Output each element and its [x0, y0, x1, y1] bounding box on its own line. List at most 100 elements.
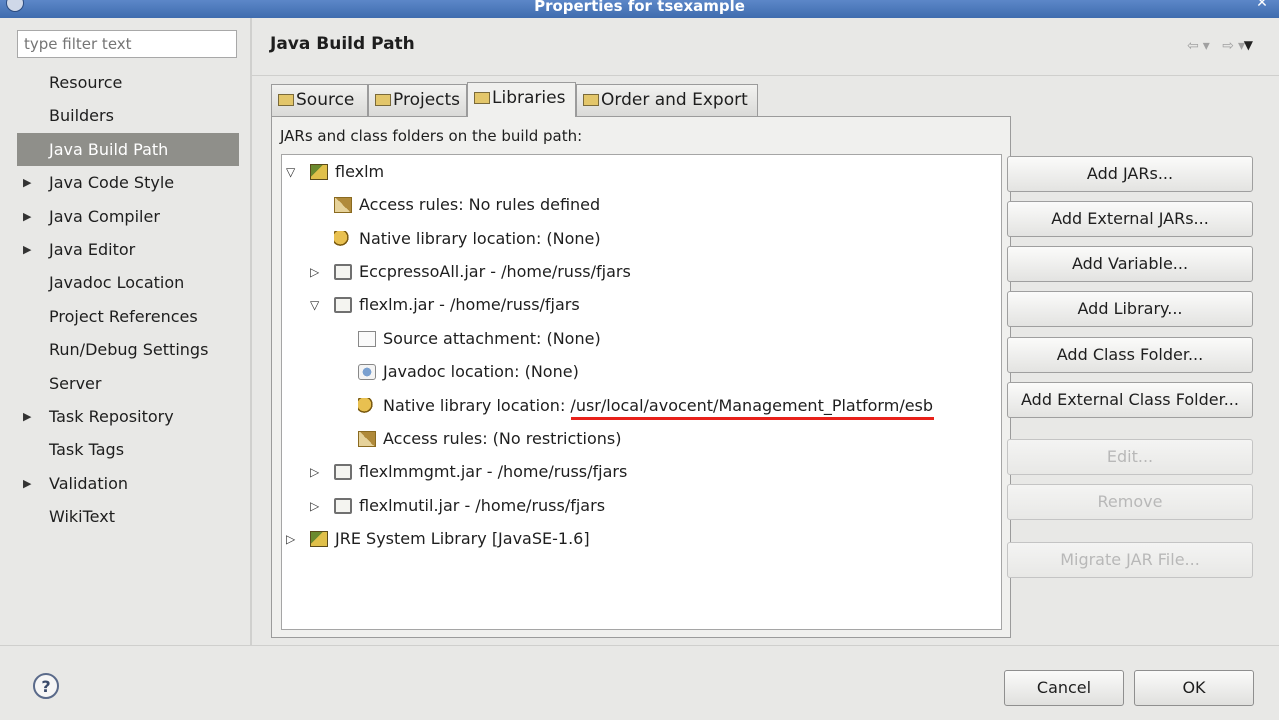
add-external-class-folder-button[interactable]: Add External Class Folder... — [1007, 382, 1253, 418]
nav-item-label: Run/Debug Settings — [49, 340, 209, 360]
library-icon — [310, 531, 328, 547]
tab-projects[interactable]: Projects — [368, 84, 467, 116]
tree-node[interactable]: Access rules: (No restrictions) — [358, 426, 622, 452]
close-icon[interactable]: ✕ — [1255, 0, 1269, 10]
property-page: Java Build Path ⇦▾ ⇨▾ ▼ Source Projects Li… — [252, 18, 1279, 645]
remove-button[interactable]: Remove — [1007, 484, 1253, 520]
native-library-icon — [334, 231, 352, 247]
add-library-button[interactable]: Add Library... — [1007, 291, 1253, 327]
expand-arrow-icon[interactable]: ▶ — [23, 166, 31, 199]
jar-icon — [334, 264, 352, 280]
expand-arrow-icon[interactable]: ▶ — [23, 467, 31, 500]
preference-tree: Resource Builders Java Build Path ▶ Java Cod… — [17, 66, 239, 533]
nav-item-run-debug-settings[interactable]: Run/Debug Settings — [17, 333, 239, 366]
nav-item-label: Java Build Path — [49, 139, 169, 159]
add-variable-button[interactable]: Add Variable... — [1007, 246, 1253, 282]
edit-button[interactable]: Edit... — [1007, 439, 1253, 475]
tab-label: Libraries — [492, 88, 566, 108]
window-titlebar: Properties for tsexample ✕ — [0, 0, 1279, 18]
tree-node[interactable]: Native library location: /usr/local/avoc… — [358, 393, 933, 419]
dialog-button-bar: ? Cancel OK — [0, 645, 1279, 720]
nav-item-project-references[interactable]: Project References — [17, 300, 239, 333]
tree-node[interactable]: Javadoc location: (None) — [358, 359, 579, 385]
nav-item-label: Java Code Style — [49, 173, 175, 193]
help-icon[interactable]: ? — [33, 673, 59, 699]
preference-nav-pane: Resource Builders Java Build Path ▶ Java Cod… — [0, 18, 250, 645]
tree-node-label: JRE System Library [JavaSE-1.6] — [335, 529, 590, 548]
nav-item-task-tags[interactable]: Task Tags — [17, 433, 239, 466]
tree-node-label: flexlm.jar - /home/russ/fjars — [359, 295, 580, 314]
nav-item-validation[interactable]: ▶ Validation — [17, 467, 239, 500]
tree-node[interactable]: ▷ flexlmutil.jar - /home/russ/fjars — [310, 493, 605, 519]
nav-item-builders[interactable]: Builders — [17, 99, 239, 132]
build-path-tree[interactable]: ▽ flexlm Access rules: No rules defined Nat… — [281, 154, 1002, 630]
libraries-tab-panel: JARs and class folders on the build path… — [271, 116, 1011, 638]
nav-item-java-editor[interactable]: ▶ Java Editor — [17, 233, 239, 266]
tree-node[interactable]: ▽ flexlm.jar - /home/russ/fjars — [310, 292, 580, 318]
native-library-icon — [358, 398, 376, 414]
expand-arrow-icon[interactable]: ▷ — [310, 259, 319, 285]
view-menu-icon[interactable]: ▼ — [1244, 38, 1253, 52]
nav-item-label: Builders — [49, 106, 114, 126]
library-icon — [310, 164, 328, 180]
nav-item-task-repository[interactable]: ▶ Task Repository — [17, 400, 239, 433]
cancel-button[interactable]: Cancel — [1004, 670, 1124, 706]
tab-label: Order and Export — [601, 90, 748, 110]
tree-node[interactable]: ▷ flexlmmgmt.jar - /home/russ/fjars — [310, 459, 628, 485]
tree-node-label: Javadoc location: (None) — [383, 362, 579, 381]
jar-icon — [334, 498, 352, 514]
expand-arrow-icon[interactable]: ▷ — [310, 459, 319, 485]
tree-node-label: flexlm — [335, 162, 385, 181]
expand-arrow-icon[interactable]: ▷ — [286, 526, 295, 552]
tab-order-and-export[interactable]: Order and Export — [576, 84, 758, 116]
nav-item-label: Java Editor — [49, 239, 136, 259]
tree-node[interactable]: Native library location: (None) — [334, 226, 601, 252]
nav-item-resource[interactable]: Resource — [17, 66, 239, 99]
source-folder-icon — [278, 94, 294, 106]
javadoc-icon — [358, 364, 376, 380]
back-arrow-icon[interactable]: ⇦▾ — [1187, 38, 1214, 54]
tab-source[interactable]: Source — [271, 84, 368, 116]
nav-item-label: Resource — [49, 73, 123, 92]
tree-node[interactable]: ▷ EccpressoAll.jar - /home/russ/fjars — [310, 259, 631, 285]
window-menu-icon[interactable] — [6, 0, 24, 12]
tree-node-label: Native library location: (None) — [359, 229, 601, 248]
migrate-jar-file-button[interactable]: Migrate JAR File... — [1007, 542, 1253, 578]
nav-item-label: Java Compiler — [49, 206, 160, 226]
libraries-description: JARs and class folders on the build path… — [280, 127, 583, 145]
add-external-jars-button[interactable]: Add External JARs... — [1007, 201, 1253, 237]
collapse-arrow-icon[interactable]: ▽ — [310, 292, 319, 318]
expand-arrow-icon[interactable]: ▶ — [23, 400, 31, 433]
add-jars-button[interactable]: Add JARs... — [1007, 156, 1253, 192]
page-title: Java Build Path — [270, 34, 415, 54]
expand-arrow-icon[interactable]: ▶ — [23, 233, 31, 266]
nav-item-java-code-style[interactable]: ▶ Java Code Style — [17, 166, 239, 199]
tree-node-label: Native library location: — [383, 396, 571, 415]
nav-item-server[interactable]: Server — [17, 367, 239, 400]
ok-button[interactable]: OK — [1134, 670, 1254, 706]
highlight-underline — [571, 417, 935, 420]
tree-node-label: EccpressoAll.jar - /home/russ/fjars — [359, 262, 631, 281]
history-arrows[interactable]: ⇦▾ ⇨▾ — [1187, 38, 1249, 54]
nav-item-wikitext[interactable]: WikiText — [17, 500, 239, 533]
tree-node[interactable]: Access rules: No rules defined — [334, 192, 600, 218]
nav-item-javadoc-location[interactable]: Javadoc Location — [17, 266, 239, 299]
collapse-arrow-icon[interactable]: ▽ — [286, 159, 295, 185]
tab-label: Source — [296, 90, 355, 110]
window-title: Properties for tsexample — [534, 0, 745, 15]
tree-node-label: flexlmmgmt.jar - /home/russ/fjars — [359, 462, 628, 481]
tree-node[interactable]: Source attachment: (None) — [358, 326, 601, 352]
native-library-path: /usr/local/avocent/Management_Platform/e… — [570, 396, 934, 415]
access-rules-icon — [334, 197, 352, 213]
tab-libraries[interactable]: Libraries — [467, 82, 576, 117]
nav-item-java-compiler[interactable]: ▶ Java Compiler — [17, 200, 239, 233]
tree-node[interactable]: ▷ JRE System Library [JavaSE-1.6] — [286, 526, 590, 552]
expand-arrow-icon[interactable]: ▶ — [23, 200, 31, 233]
nav-item-label: WikiText — [49, 507, 115, 527]
filter-input[interactable] — [17, 30, 237, 58]
nav-item-java-build-path[interactable]: Java Build Path — [17, 132, 239, 167]
projects-icon — [375, 94, 391, 106]
expand-arrow-icon[interactable]: ▷ — [310, 493, 319, 519]
add-class-folder-button[interactable]: Add Class Folder... — [1007, 337, 1253, 373]
tree-node[interactable]: ▽ flexlm — [286, 159, 385, 185]
